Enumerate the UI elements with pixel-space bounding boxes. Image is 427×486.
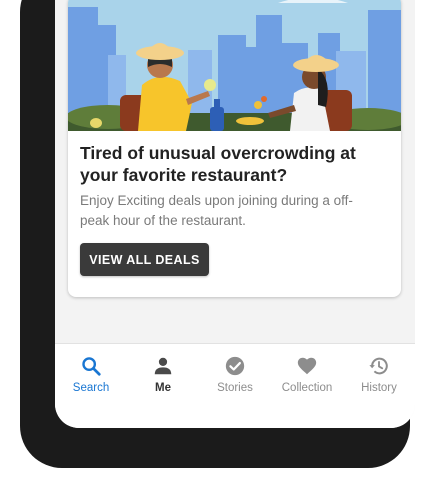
- nav-label-search: Search: [72, 382, 110, 394]
- app-screen: Tired of unusual overcrowding at your fa…: [55, 0, 415, 428]
- nav-item-me[interactable]: Me: [127, 355, 199, 394]
- heart-icon: [297, 357, 317, 375]
- card-title: Tired of unusual overcrowding at your fa…: [80, 143, 356, 185]
- nav-label-stories: Stories: [217, 382, 253, 394]
- nav-label-me: Me: [155, 382, 171, 394]
- nav-item-search[interactable]: Search: [55, 355, 127, 394]
- phone-frame: Tired of unusual overcrowding at your fa…: [20, 0, 415, 468]
- hero-illustration: [68, 0, 401, 131]
- history-icon: [369, 357, 388, 375]
- bottom-navigation: Search Me Stories Collection History: [55, 343, 415, 428]
- nav-item-stories[interactable]: Stories: [199, 355, 271, 394]
- card-description: Enjoy Exciting deals upon joining during…: [80, 193, 353, 228]
- nav-label-collection: Collection: [281, 382, 333, 394]
- person-icon: [154, 357, 172, 375]
- nav-label-history: History: [361, 382, 397, 394]
- search-icon: [82, 357, 101, 376]
- view-all-deals-button[interactable]: VIEW ALL DEALS: [80, 243, 209, 276]
- check-circle-icon: [225, 356, 245, 376]
- nav-item-history[interactable]: History: [343, 355, 415, 394]
- deal-card: Tired of unusual overcrowding at your fa…: [68, 0, 401, 297]
- nav-item-collection[interactable]: Collection: [271, 355, 343, 394]
